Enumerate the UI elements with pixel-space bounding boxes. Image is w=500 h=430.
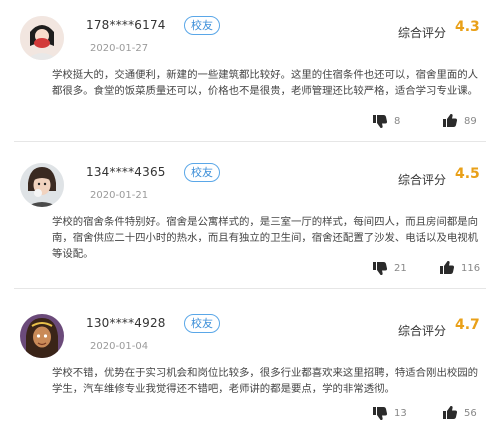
- user-name: 134****4365: [86, 165, 166, 179]
- review-date: 2020-01-21: [90, 190, 149, 201]
- like-count: 56: [464, 407, 477, 419]
- review-date: 2020-01-04: [90, 341, 149, 352]
- thumbs-up-icon: [440, 261, 455, 274]
- review-text: 学校不错，优势在于实习机会和岗位比较多，很多行业都喜欢来这里招聘，特适合刚出校园…: [52, 367, 479, 395]
- dislike-button[interactable]: 8: [372, 113, 400, 129]
- score-label: 综合评分: [398, 324, 447, 338]
- dislike-count: 13: [394, 407, 407, 419]
- like-button[interactable]: 116: [439, 260, 480, 276]
- avatar-image: [20, 16, 64, 60]
- alumni-badge: 校友: [184, 314, 220, 333]
- avatar-image: [20, 314, 64, 358]
- thumbs-up-icon: [443, 406, 458, 419]
- like-count: 89: [464, 115, 477, 127]
- review-card: 134****4365 校友 2020-01-21 综合评分 4.5 学校的宿舍…: [0, 163, 500, 283]
- review-text: 学校的宿舍条件特别好。宿舍是公寓样式的，是三室一厅的样式，每间四人，而且房间都是…: [52, 216, 479, 260]
- review-card: 130****4928 校友 2020-01-04 综合评分 4.7 学校不错，…: [0, 314, 500, 430]
- divider: [14, 288, 486, 289]
- avatar[interactable]: [20, 163, 64, 207]
- score-value: 4.3: [455, 19, 480, 35]
- score-value: 4.7: [455, 317, 480, 333]
- dislike-count: 8: [394, 115, 401, 127]
- divider: [14, 141, 486, 142]
- thumbs-down-icon: [373, 262, 388, 275]
- score-label: 综合评分: [398, 26, 447, 40]
- review-date: 2020-01-27: [90, 43, 149, 54]
- dislike-button[interactable]: 21: [372, 260, 407, 276]
- thumbs-down-icon: [373, 407, 388, 420]
- alumni-badge: 校友: [184, 16, 220, 35]
- review-card: 178****6174 校友 2020-01-27 综合评分 4.3 学校挺大的…: [0, 16, 500, 136]
- dislike-count: 21: [394, 262, 407, 274]
- score-label: 综合评分: [398, 173, 447, 187]
- dislike-button[interactable]: 13: [372, 405, 407, 421]
- user-name: 130****4928: [86, 316, 166, 330]
- thumbs-down-icon: [373, 115, 388, 128]
- user-name: 178****6174: [86, 18, 166, 32]
- like-count: 116: [461, 262, 481, 274]
- score-value: 4.5: [455, 166, 480, 182]
- avatar-image: [20, 163, 64, 207]
- thumbs-up-icon: [443, 114, 458, 127]
- avatar[interactable]: [20, 314, 64, 358]
- avatar[interactable]: [20, 16, 64, 60]
- review-text: 学校挺大的，交通便利，新建的一些建筑都比较好。这里的住宿条件也还可以，宿舍里面的…: [52, 69, 479, 97]
- like-button[interactable]: 89: [442, 113, 477, 129]
- alumni-badge: 校友: [184, 163, 220, 182]
- like-button[interactable]: 56: [442, 405, 477, 421]
